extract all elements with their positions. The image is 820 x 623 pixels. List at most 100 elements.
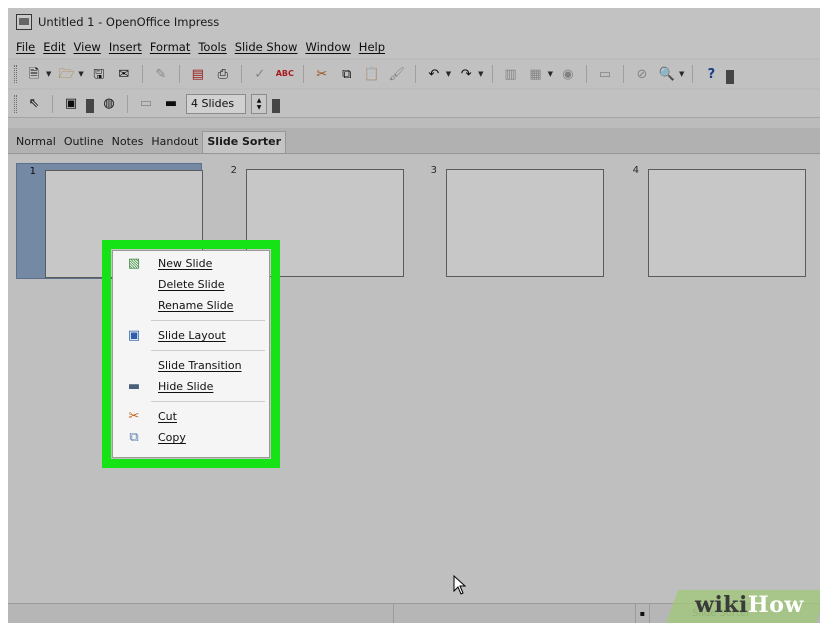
gallery-icon[interactable]: ⊘ [632, 64, 652, 84]
copy-icon: ⧉ [129, 430, 139, 445]
toolbar-separator [52, 94, 53, 113]
copy-icon[interactable]: ⧉ [337, 64, 357, 84]
autospellcheck-icon[interactable]: ABC [275, 64, 295, 84]
menu-item-rename-slide[interactable]: Rename Slide [113, 295, 269, 316]
hide-slide-icon: ▬ [127, 379, 141, 394]
toolbar-separator [127, 94, 128, 113]
menu-slide-show[interactable]: Slide Show [231, 40, 302, 54]
wikihow-watermark-logo: wikiHow [695, 592, 804, 618]
toolbar-separator [585, 65, 587, 83]
status-cell [394, 604, 636, 623]
clone-formatting-icon[interactable]: 🖌 [387, 64, 407, 84]
menu-item-cut[interactable]: ✂ Cut [113, 406, 269, 427]
toolbar-separator [414, 65, 416, 83]
table-icon[interactable]: ▦ [526, 64, 546, 84]
menu-help[interactable]: Help [355, 40, 389, 54]
menu-item-delete-slide[interactable]: Delete Slide [113, 274, 269, 295]
show-slide-icon[interactable]: ▭ [136, 94, 156, 114]
table-dropdown-icon[interactable]: ▼ [548, 70, 553, 78]
menu-separator [113, 397, 269, 406]
status-cell [8, 604, 394, 623]
save-icon[interactable]: 🖫 [89, 64, 109, 84]
menu-item-slide-transition[interactable]: Slide Transition [113, 355, 269, 376]
redo-icon[interactable]: ↷ [456, 64, 476, 84]
email-icon[interactable]: ✉ [114, 64, 134, 84]
menu-tools[interactable]: Tools [194, 40, 230, 54]
slide-show-icon[interactable]: ▣ [61, 94, 81, 114]
slide-thumbnail-4[interactable]: 4 [620, 163, 806, 279]
toolbar-separator [692, 65, 694, 83]
menu-separator [113, 346, 269, 355]
toolbar-separator [302, 65, 304, 83]
menu-file[interactable]: File [12, 40, 39, 54]
cut-icon[interactable]: ✂ [312, 64, 332, 84]
spin-up-icon[interactable]: ▲ [257, 97, 262, 104]
slide-number: 4 [632, 165, 639, 176]
new-document-icon[interactable]: 🗎 [24, 64, 44, 84]
open-folder-icon[interactable]: 🗁 [56, 64, 76, 84]
menu-view[interactable]: View [70, 40, 105, 54]
menu-item-copy[interactable]: ⧉ Copy [113, 427, 269, 448]
menu-window[interactable]: Window [301, 40, 354, 54]
menu-bar: File Edit View Insert Format Tools Slide… [8, 36, 820, 58]
toolbar-separator [622, 65, 624, 83]
mouse-pointer-icon [453, 575, 467, 595]
tab-notes[interactable]: Notes [108, 132, 148, 153]
toolbar-overflow-icon[interactable] [726, 70, 735, 84]
slide-preview[interactable] [446, 169, 604, 277]
select-arrow-icon[interactable]: ⇖ [24, 94, 44, 114]
menu-format[interactable]: Format [146, 40, 195, 54]
toolbar-overflow-icon[interactable] [272, 99, 280, 113]
menu-item-label: Copy [158, 431, 186, 444]
menu-item-slide-layout[interactable]: ▣ Slide Layout [113, 325, 269, 346]
slide-context-menu: ▧ New Slide Delete Slide Rename Slide ▣ … [112, 250, 270, 458]
new-dropdown-icon[interactable]: ▼ [46, 70, 51, 78]
navigator-icon[interactable]: ▭ [595, 64, 615, 84]
redo-dropdown-icon[interactable]: ▼ [478, 70, 483, 78]
slide-preview[interactable] [648, 169, 806, 277]
help-icon[interactable]: ? [701, 64, 721, 84]
tab-outline[interactable]: Outline [60, 132, 108, 153]
slide-thumbnail-3[interactable]: 3 [418, 163, 604, 279]
title-bar: Untitled 1 - OpenOffice Impress [8, 8, 820, 36]
watermark-how: How [747, 592, 804, 618]
chart-icon[interactable]: ▥ [501, 64, 521, 84]
spellcheck-icon[interactable]: ✓ [250, 64, 270, 84]
menu-item-label: Rename Slide [158, 299, 234, 312]
standard-toolbar: 🗎 ▼ 🗁 ▼ 🖫 ✉ ✎ ▤ ⎙ ✓ ABC ✂ ⧉ 📋 🖌 ↶ ▼ ↷ ▼ ▥ ▦ ▼… [8, 60, 820, 88]
menu-insert[interactable]: Insert [105, 40, 146, 54]
menu-edit[interactable]: Edit [39, 40, 69, 54]
zoom-icon[interactable]: 🔍 [657, 64, 677, 84]
paste-icon[interactable]: 📋 [362, 64, 382, 84]
zoom-dropdown-icon[interactable]: ▼ [679, 70, 684, 78]
slides-per-row-field[interactable]: 4 Slides [186, 93, 246, 114]
open-dropdown-icon[interactable]: ▼ [78, 70, 83, 78]
document-modified-icon[interactable]: ▪ [636, 604, 650, 623]
hide-slide-icon[interactable]: ▬ [161, 94, 181, 114]
display-grid-icon[interactable]: ◉ [558, 64, 578, 84]
slides-per-row-spinner[interactable]: ▲ ▼ [251, 93, 267, 114]
tab-handout[interactable]: Handout [147, 132, 202, 153]
menu-item-new-slide[interactable]: ▧ New Slide [113, 253, 269, 274]
menu-item-hide-slide[interactable]: ▬ Hide Slide [113, 376, 269, 397]
print-icon[interactable]: ⎙ [213, 64, 233, 84]
menu-item-label: New Slide [158, 257, 213, 270]
menu-item-label: Slide Transition [158, 359, 242, 372]
menu-item-label: Slide Layout [158, 329, 226, 342]
slide-layout-icon: ▣ [127, 328, 141, 343]
edit-file-icon[interactable]: ✎ [151, 64, 171, 84]
tab-slide-sorter[interactable]: Slide Sorter [202, 131, 287, 153]
tab-normal[interactable]: Normal [12, 132, 60, 153]
toolbar-grip[interactable] [14, 94, 17, 113]
scissors-icon: ✂ [128, 409, 140, 424]
undo-icon[interactable]: ↶ [424, 64, 444, 84]
export-pdf-icon[interactable]: ▤ [188, 64, 208, 84]
spin-down-icon[interactable]: ▼ [257, 104, 262, 111]
undo-dropdown-icon[interactable]: ▼ [446, 70, 451, 78]
toolbar-grip[interactable] [14, 65, 17, 83]
slide-transition-icon[interactable]: ◍ [99, 94, 119, 114]
impress-app-icon [16, 14, 32, 30]
menu-separator [113, 316, 269, 325]
watermark-wiki: wiki [695, 592, 748, 618]
toolbar-overflow-icon[interactable] [86, 99, 94, 113]
